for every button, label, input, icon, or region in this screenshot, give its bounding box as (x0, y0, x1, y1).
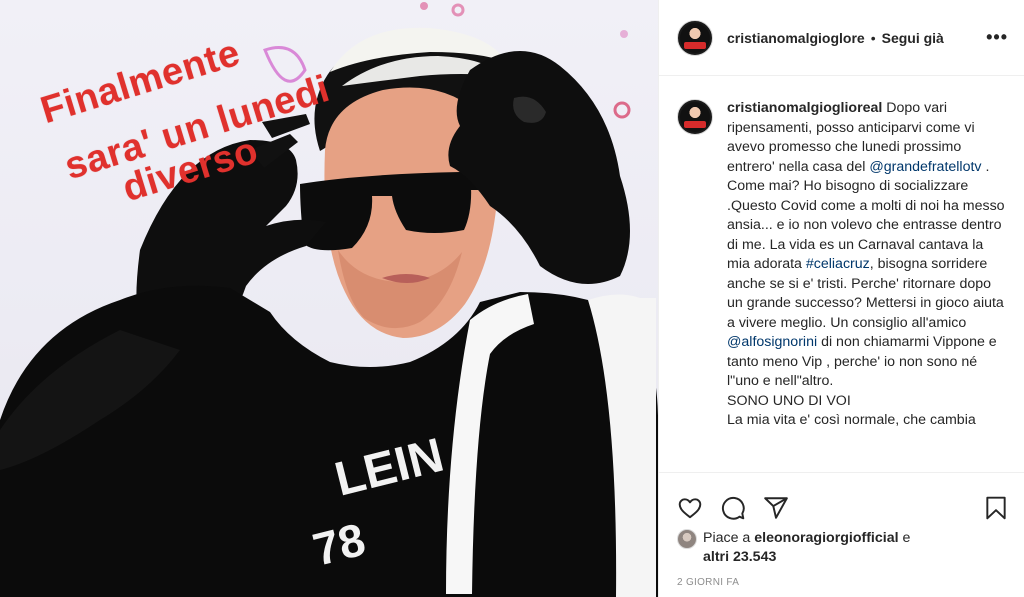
post-timestamp[interactable]: 2 GIORNI FA (659, 567, 1024, 588)
bookmark-icon[interactable] (983, 495, 1009, 521)
post-panel: cristianomalgioglore • Segui già ••• cri… (658, 0, 1024, 597)
caption-area[interactable]: cristianomalgioglioreal Dopo vari ripens… (659, 77, 1024, 472)
caption-tag-link[interactable]: #celiacruz (806, 256, 870, 272)
caption-tag-link[interactable]: @alfosignorini (727, 334, 817, 350)
caption-text: Dopo vari ripensamenti, posso anticiparv… (727, 100, 1005, 389)
caption-author-avatar[interactable] (677, 99, 713, 135)
heart-icon[interactable] (677, 495, 703, 521)
post-caption: cristianomalgioglioreal Dopo vari ripens… (727, 99, 1009, 472)
post-image[interactable]: LEIN 78 Finalmente sara' un lunedi diver… (0, 0, 658, 597)
author-avatar[interactable] (677, 19, 713, 56)
caption-line-cut: La mia vita e' così normale, che cambia (727, 412, 976, 428)
likes-connector: e (902, 530, 911, 546)
liker-avatar[interactable] (677, 529, 697, 549)
author-username[interactable]: cristianomalgioglore (727, 30, 865, 46)
liker-username[interactable]: eleonoragiorgiofficial (754, 530, 898, 546)
caption-segment: . Come mai? Ho bisogno di socializzare .… (727, 158, 1005, 273)
likes-prefix: Piace a (703, 530, 751, 546)
likes-count[interactable]: altri 23.543 (703, 549, 776, 565)
caption-username[interactable]: cristianomalgioglioreal (727, 100, 882, 116)
more-horizontal-icon[interactable]: ••• (986, 27, 1008, 48)
caption-line-shout: SONO UNO DI VOI (727, 392, 851, 409)
comment-icon[interactable] (720, 495, 746, 521)
likes-summary: Piace a eleonoragiorgiofficial e altri 2… (659, 529, 1024, 567)
post-header: cristianomalgioglore • Segui già ••• (659, 0, 1024, 76)
action-bar (659, 473, 1024, 529)
following-button[interactable]: Segui già (882, 30, 944, 46)
header-separator: • (870, 29, 876, 46)
actions-section: Piace a eleonoragiorgiofficial e altri 2… (659, 472, 1024, 597)
share-icon[interactable] (763, 495, 789, 521)
caption-tag-link[interactable]: @grandefratellotv (869, 159, 981, 175)
